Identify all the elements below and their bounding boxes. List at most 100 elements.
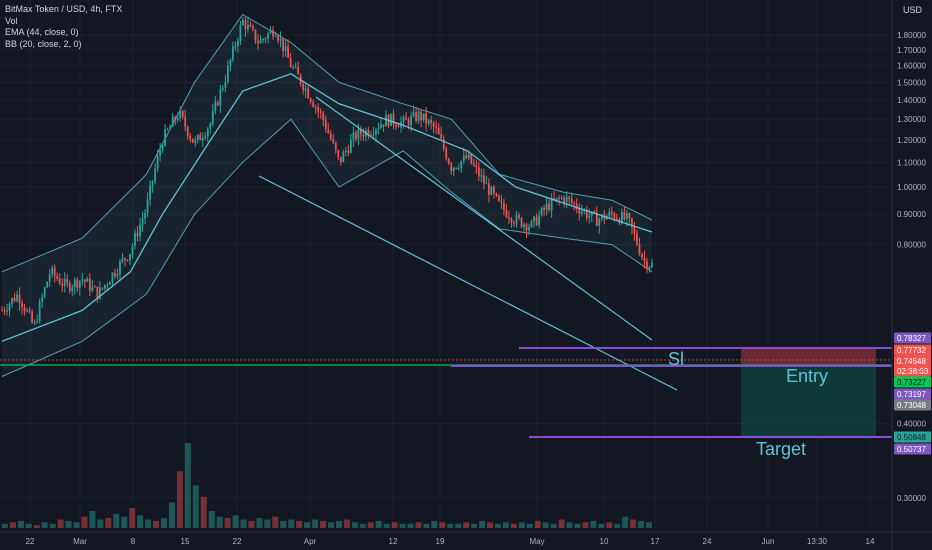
chart-canvas[interactable]: Sl Entry Target 1.80000 1.70000 1.60000 1.5000… <box>0 0 932 550</box>
x-tick-label: Mar <box>73 537 87 546</box>
candle-body <box>560 197 563 199</box>
candle-body <box>510 218 513 223</box>
candle-body <box>71 287 74 292</box>
volume-bar <box>423 523 430 528</box>
volume-bar <box>57 519 64 528</box>
candle-body <box>141 218 144 225</box>
candle-body <box>66 279 69 283</box>
candle-body <box>56 275 59 279</box>
candle-body <box>287 46 290 58</box>
volume-bar <box>105 518 112 528</box>
candle-body <box>415 112 417 122</box>
volume-bar <box>391 522 398 528</box>
candle-body <box>136 232 139 237</box>
volume-bar <box>200 496 207 528</box>
candle-body <box>13 298 16 302</box>
candle-body <box>68 282 71 292</box>
candle-body <box>317 107 320 112</box>
candle-body <box>485 183 488 185</box>
candle-body <box>231 46 234 60</box>
candle-body <box>390 113 392 126</box>
volume-bar <box>447 523 454 528</box>
candle-body <box>73 279 76 288</box>
candle-body <box>498 195 500 201</box>
candle-body <box>332 139 335 143</box>
candle-body <box>28 310 31 312</box>
candle-body <box>405 117 407 120</box>
candle-body <box>580 211 583 214</box>
candle-body <box>38 301 41 322</box>
entry-label: Entry <box>786 366 828 386</box>
candle-body <box>129 254 131 261</box>
volume-bar <box>208 511 215 528</box>
volume-bar <box>630 519 637 528</box>
candle-body <box>462 155 465 162</box>
candle-body <box>337 150 340 157</box>
volume-bar <box>534 520 541 528</box>
candle-body <box>362 134 365 137</box>
volume-bar <box>168 502 175 528</box>
ema-legend[interactable]: EMA (44, close, 0) <box>5 27 122 39</box>
candle-body <box>199 134 202 141</box>
candle-body <box>191 138 194 143</box>
y-tick-label: 1.20000 <box>897 136 926 145</box>
volume-bar <box>375 520 382 528</box>
candle-body <box>221 87 224 90</box>
y-tick-label: 1.30000 <box>897 115 926 124</box>
candle-body <box>244 20 247 30</box>
volume-bar <box>590 520 597 528</box>
candle-body <box>555 197 558 201</box>
volume-bar <box>153 520 160 528</box>
candle-body <box>508 217 510 219</box>
candle-body <box>354 132 357 139</box>
candle-body <box>16 294 18 302</box>
candle-body <box>452 167 455 172</box>
candle-body <box>558 197 561 199</box>
x-tick-label: 10 <box>600 537 609 546</box>
candle-body <box>169 126 172 129</box>
candle-body <box>430 120 433 123</box>
price-tag-label: 0.50737 <box>897 445 926 454</box>
volume-bar <box>97 519 104 528</box>
sl-label: Sl <box>668 349 684 369</box>
stop-loss-zone <box>741 348 876 365</box>
x-tick-label: 24 <box>703 537 712 546</box>
candle-body <box>304 88 307 91</box>
candle-body <box>41 296 44 302</box>
candle-body <box>344 150 347 153</box>
candle-body <box>214 102 217 112</box>
candle-body <box>628 213 631 219</box>
symbol-title[interactable]: BitMax Token / USD, 4h, FTX <box>5 4 122 16</box>
candle-body <box>530 221 533 227</box>
candle-body <box>608 211 611 217</box>
candle-body <box>33 322 36 324</box>
candle-body <box>372 134 375 136</box>
candle-body <box>638 244 641 255</box>
candle-body <box>648 266 651 269</box>
y-tick-label: 0.40000 <box>897 420 926 429</box>
volume-legend[interactable]: Vol <box>5 16 122 28</box>
volume-bar <box>566 522 573 528</box>
bb-legend[interactable]: BB (20, close, 2, 0) <box>5 39 122 51</box>
candle-body <box>61 283 64 286</box>
x-tick-label: 19 <box>436 537 445 546</box>
candle-body <box>447 158 450 164</box>
candle-body <box>563 197 566 203</box>
volume-bar <box>81 516 88 528</box>
candle-body <box>267 33 269 39</box>
candle-body <box>312 101 315 107</box>
candle-body <box>538 215 540 226</box>
volume-bar <box>312 519 319 528</box>
chart[interactable]: Sl Entry Target 1.80000 1.70000 1.60000 1.5000… <box>0 0 932 550</box>
candle-body <box>93 286 96 288</box>
candle-body <box>189 135 192 139</box>
volume-bar <box>256 518 263 528</box>
volume-bar <box>526 523 533 528</box>
candle-body <box>262 39 264 41</box>
volume-bar <box>510 523 517 528</box>
x-tick-label: 22 <box>233 537 242 546</box>
y-tick-label: 1.60000 <box>897 62 926 71</box>
volume-bar <box>89 511 96 528</box>
candle-body <box>352 132 355 140</box>
volume-bar <box>335 520 342 528</box>
